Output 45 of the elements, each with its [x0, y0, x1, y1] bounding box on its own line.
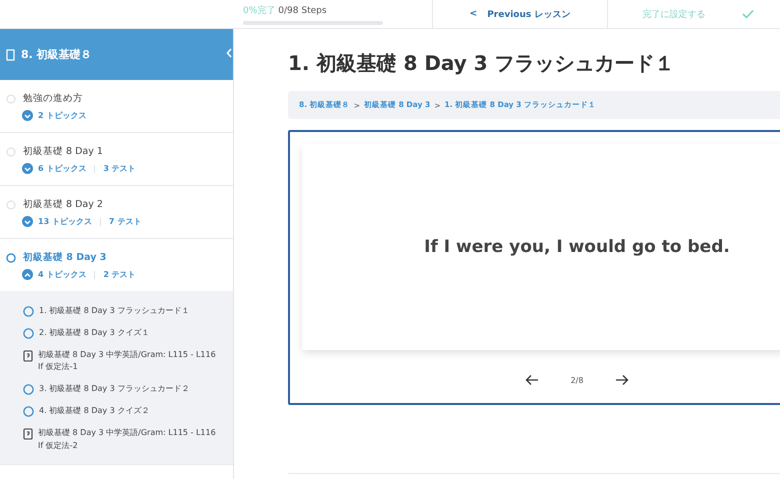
- document-icon: [23, 428, 33, 440]
- tests-count: 2 テスト: [103, 269, 136, 280]
- topic-link[interactable]: 初級基礎 8 Day 3 中学英語/Gram: L115 - L116 If 仮定法-1: [38, 348, 219, 374]
- flashcard-text: If I were you, I would go to bed.: [424, 237, 730, 257]
- tests-count: 3 テスト: [103, 163, 136, 174]
- chevron-down-icon: [24, 112, 31, 118]
- progress-label: 0%完了: [243, 6, 276, 16]
- previous-card-button[interactable]: [524, 374, 539, 386]
- expand-button[interactable]: [22, 216, 33, 227]
- previous-button[interactable]: < Previous レッスン: [432, 0, 607, 28]
- next-card-button[interactable]: [615, 374, 630, 386]
- arrow-right-icon: [615, 374, 630, 386]
- circle-icon: [23, 328, 34, 339]
- circle-icon: [23, 406, 34, 417]
- check-icon: [742, 9, 754, 19]
- chevron-down-icon: [24, 218, 31, 224]
- topics-count: 6 トピックス: [38, 163, 86, 174]
- expand-button[interactable]: [22, 110, 33, 121]
- chevron-left-icon: [226, 48, 232, 58]
- chevron-up-icon: [24, 272, 31, 278]
- lesson-title[interactable]: 初級基礎 8 Day 1: [23, 145, 103, 158]
- topics-count: 2 トピックス: [38, 110, 86, 121]
- tests-count: 7 テスト: [108, 216, 142, 227]
- lesson-title[interactable]: 初級基礎 8 Day 2: [23, 198, 103, 211]
- course-title: 8. 初級基礎８: [21, 47, 92, 62]
- expand-button[interactable]: [22, 163, 33, 174]
- topic-link[interactable]: 1. 初級基礎 8 Day 3 フラッシュカード１: [39, 305, 190, 318]
- chevron-down-icon: [24, 166, 31, 172]
- circle-icon: [23, 306, 34, 317]
- document-icon: [23, 350, 33, 362]
- page-title: 1. 初級基礎 8 Day 3 フラッシュカード１: [288, 50, 676, 77]
- topics-count: 4 トピックス: [38, 269, 86, 280]
- circle-icon: [23, 384, 34, 396]
- card-counter: 2/8: [570, 376, 584, 384]
- topic-link[interactable]: 4. 初級基礎 8 Day 3 クイズ２: [39, 404, 150, 418]
- topic-link[interactable]: 3. 初級基礎 8 Day 3 フラッシュカード２: [39, 383, 190, 396]
- topic-link[interactable]: 初級基礎 8 Day 3 中学英語/Gram: L115 - L116 If 仮定法-2: [38, 426, 219, 452]
- topics-count: 13 トピックス: [38, 216, 92, 227]
- lesson-title[interactable]: 勉強の進め方: [23, 92, 83, 105]
- arrow-left-icon: [524, 374, 539, 386]
- steps-count: 0/98 Steps: [278, 6, 327, 16]
- topic-link[interactable]: 2. 初級基礎 8 Day 3 クイズ１: [39, 326, 150, 340]
- book-icon: [6, 48, 15, 60]
- flashcard[interactable]: If I were you, I would go to bed.: [302, 144, 780, 350]
- expand-button[interactable]: [22, 269, 33, 280]
